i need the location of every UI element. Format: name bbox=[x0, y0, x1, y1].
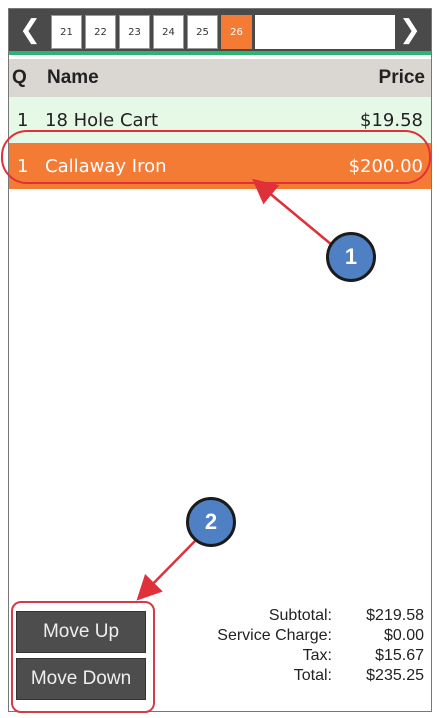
service-charge-row: Service Charge: $0.00 bbox=[180, 627, 430, 647]
ticket-tab-bar: ❮ 21 22 23 24 25 26 ❯ bbox=[9, 9, 431, 55]
header-quantity: Q bbox=[12, 67, 27, 88]
selected-row-highlight bbox=[1, 130, 431, 184]
tab-26[interactable]: 26 bbox=[221, 15, 252, 49]
header-price: Price bbox=[378, 67, 425, 88]
subtotal-value: $219.58 bbox=[366, 607, 424, 624]
tax-label: Tax: bbox=[302, 647, 332, 664]
callout-badge-1: 1 bbox=[326, 232, 376, 282]
row-price: $19.58 bbox=[360, 110, 423, 131]
service-charge-value: $0.00 bbox=[383, 627, 424, 644]
total-label: Total: bbox=[293, 667, 332, 684]
row-quantity: 1 bbox=[17, 110, 29, 131]
tab-24[interactable]: 24 bbox=[153, 15, 184, 49]
subtotal-label: Subtotal: bbox=[268, 607, 332, 624]
move-down-button[interactable]: Move Down bbox=[16, 658, 146, 700]
order-totals: Subtotal: $219.58 Service Charge: $0.00 … bbox=[180, 607, 430, 687]
tax-value: $15.67 bbox=[375, 647, 424, 664]
ticket-tabs: 21 22 23 24 25 26 bbox=[51, 15, 252, 49]
subtotal-row: Subtotal: $219.58 bbox=[180, 607, 430, 627]
tab-23[interactable]: 23 bbox=[119, 15, 150, 49]
tab-22[interactable]: 22 bbox=[85, 15, 116, 49]
callout-badge-2: 2 bbox=[186, 497, 236, 547]
chevron-right-icon[interactable]: ❯ bbox=[393, 13, 427, 47]
item-table-header: Q Name Price bbox=[9, 59, 431, 97]
header-name: Name bbox=[47, 67, 99, 88]
chevron-left-icon[interactable]: ❮ bbox=[13, 13, 47, 47]
row-name: 18 Hole Cart bbox=[45, 110, 159, 131]
service-charge-label: Service Charge: bbox=[217, 627, 332, 644]
total-row: Total: $235.25 bbox=[180, 667, 430, 687]
tab-21[interactable]: 21 bbox=[51, 15, 82, 49]
move-up-button[interactable]: Move Up bbox=[16, 611, 146, 653]
tab-empty-area bbox=[255, 15, 395, 49]
total-value: $235.25 bbox=[366, 667, 424, 684]
tax-row: Tax: $15.67 bbox=[180, 647, 430, 667]
tab-25[interactable]: 25 bbox=[187, 15, 218, 49]
